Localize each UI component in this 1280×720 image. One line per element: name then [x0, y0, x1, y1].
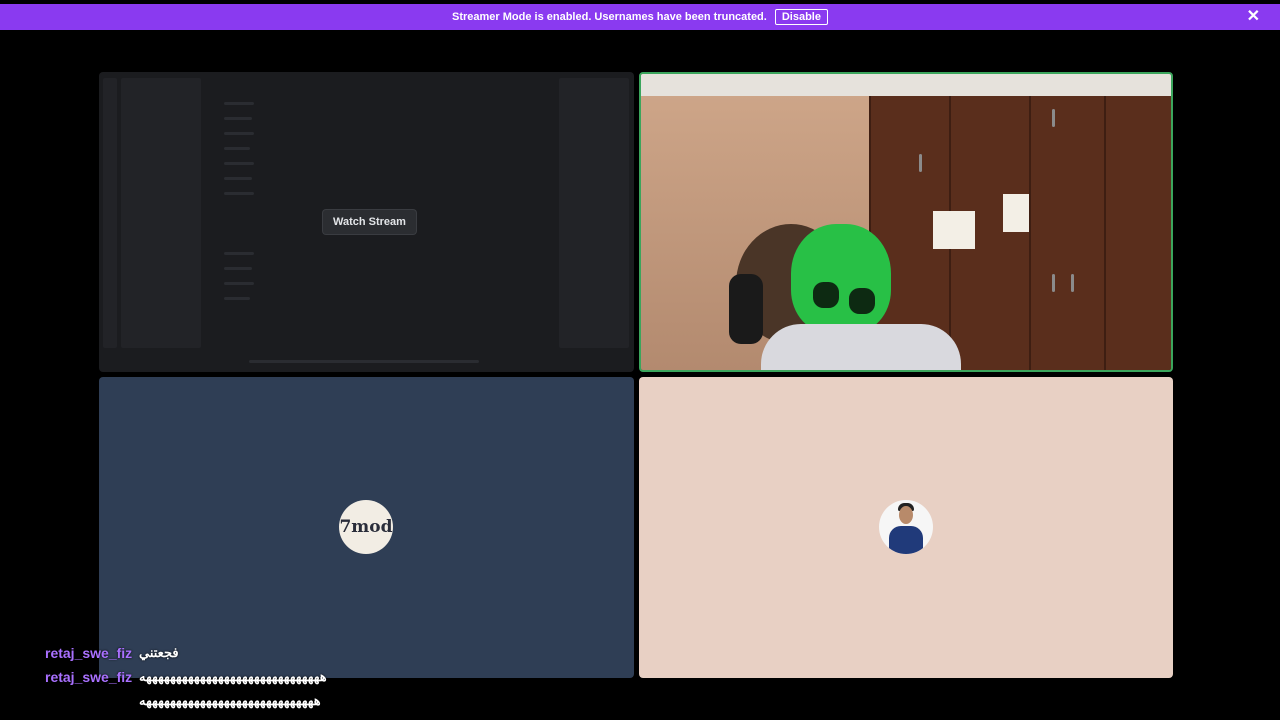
chat-text-continuation: هههههههههههههههههههههههههههههه	[139, 693, 322, 708]
ghost-line	[224, 267, 252, 270]
video-cabinet	[1104, 96, 1171, 370]
chat-overlay: retaj_swe_fiz فجعتني retaj_swe_fiz ههههه…	[45, 645, 645, 709]
video-person-body	[761, 324, 961, 370]
banner-text: Streamer Mode is enabled. Usernames have…	[452, 11, 767, 23]
chat-message: retaj_swe_fiz فجعتني	[45, 645, 645, 669]
chat-text: فجعتني	[139, 645, 179, 660]
ghost-taskbar	[249, 360, 479, 363]
ghost-line	[224, 162, 254, 165]
streamer-mode-banner: Streamer Mode is enabled. Usernames have…	[0, 4, 1280, 30]
video-ceiling	[641, 74, 1171, 96]
video-paper-note	[1003, 194, 1029, 232]
avatar-suit	[889, 526, 923, 554]
chat-username: retaj_swe_fiz	[45, 669, 133, 685]
screen-share-tile[interactable]: Watch Stream	[99, 72, 634, 372]
video-mask-eye	[849, 288, 875, 314]
close-icon[interactable]: ✕	[1247, 8, 1260, 26]
video-handle	[1052, 274, 1055, 292]
participant-tile-7mod[interactable]: 7mod	[99, 377, 634, 678]
ghost-member-list	[559, 78, 629, 348]
video-handle	[919, 154, 922, 172]
ghost-line	[224, 147, 250, 150]
video-handle	[1052, 109, 1055, 127]
ghost-line	[224, 117, 252, 120]
avatar	[879, 500, 933, 554]
camera-video-tile[interactable]	[639, 72, 1173, 372]
ghost-line	[224, 252, 254, 255]
chat-username: retaj_swe_fiz	[45, 645, 133, 661]
ghost-line	[224, 282, 254, 285]
video-paper-note	[933, 211, 975, 249]
ghost-line	[224, 297, 250, 300]
chat-message: retaj_swe_fiz هههههههههههههههههههههههههه…	[45, 669, 645, 693]
watch-stream-button[interactable]: Watch Stream	[323, 210, 416, 234]
avatar: 7mod	[339, 500, 393, 554]
avatar-face	[899, 506, 913, 524]
ghost-channel-list	[121, 78, 201, 348]
participant-tile[interactable]	[639, 377, 1173, 678]
video-handle	[1071, 274, 1074, 292]
chat-text: ههههههههههههههههههههههههههههههه	[139, 669, 327, 684]
ghost-line	[224, 102, 254, 105]
video-cabinet	[1029, 96, 1104, 370]
ghost-line	[224, 192, 254, 195]
ghost-server-list	[103, 78, 117, 348]
disable-streamer-mode-button[interactable]: Disable	[774, 9, 828, 25]
video-green-mask	[791, 224, 891, 334]
ghost-line	[224, 177, 252, 180]
ghost-line	[224, 132, 254, 135]
video-mask-eye	[813, 282, 839, 308]
video-headphones	[729, 274, 763, 344]
